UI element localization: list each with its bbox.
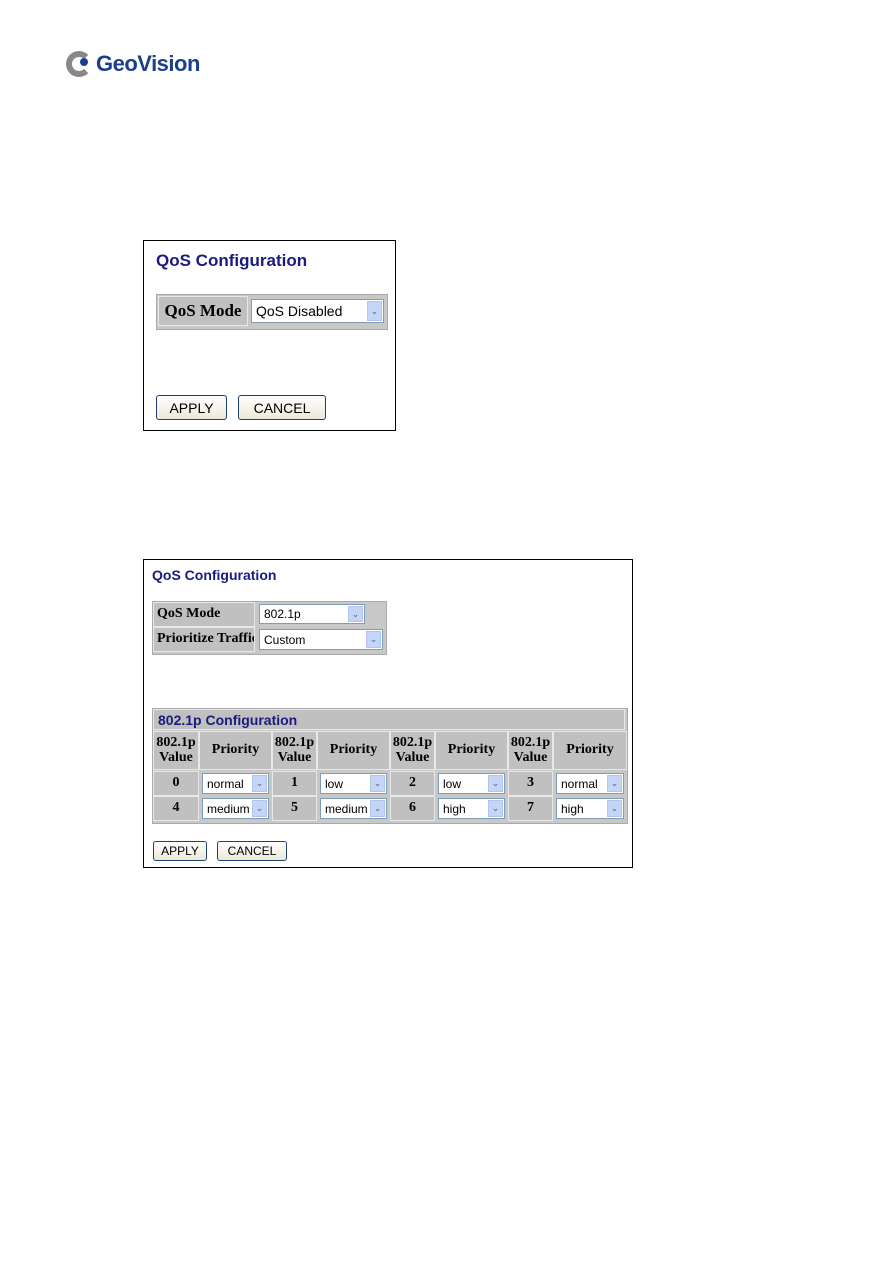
qos-mode-label: QoS Mode — [153, 602, 255, 627]
qos-mode-value: 802.1p — [264, 607, 301, 621]
apply-button[interactable]: APPLY — [156, 395, 227, 420]
cancel-button[interactable]: CANCEL — [238, 395, 326, 420]
8021p-config-title: 802.1p Configuration — [153, 709, 625, 730]
logo-text: GeoVision — [96, 51, 200, 76]
chevron-down-icon[interactable]: ⌄ — [370, 800, 385, 817]
prioritize-traffic-label: Prioritize Traffic — [153, 627, 255, 652]
priority-select[interactable]: medium ⌄ — [202, 798, 269, 819]
priority-select-value: high — [561, 801, 584, 816]
chevron-down-icon[interactable]: ⌄ — [348, 606, 363, 622]
chevron-down-icon[interactable]: ⌄ — [607, 800, 622, 817]
column-header-value: 802.1p Value — [390, 731, 435, 770]
chevron-down-icon[interactable]: ⌄ — [252, 800, 267, 817]
column-header-priority: Priority — [199, 731, 272, 770]
chevron-down-icon[interactable]: ⌄ — [488, 800, 503, 817]
chevron-down-icon[interactable]: ⌄ — [370, 775, 385, 792]
prioritize-traffic-value: Custom — [264, 632, 306, 647]
chevron-down-icon[interactable]: ⌄ — [367, 301, 382, 321]
column-header-value: 802.1p Value — [508, 731, 553, 770]
cancel-button[interactable]: CANCEL — [217, 841, 287, 861]
priority-value-cell: 5 — [272, 796, 317, 821]
priority-value-cell: 1 — [272, 771, 317, 796]
page: GeoVision QoS Configuration QoS Mode QoS… — [0, 0, 893, 1263]
qos-mode-value: QoS Disabled — [256, 303, 343, 319]
chevron-down-icon[interactable]: ⌄ — [488, 775, 503, 792]
priority-select-value: medium — [207, 801, 250, 816]
priority-select-value: low — [325, 776, 344, 791]
chevron-down-icon[interactable]: ⌄ — [366, 631, 381, 648]
priority-select[interactable]: low ⌄ — [438, 773, 505, 794]
priority-select-value: normal — [561, 776, 598, 791]
priority-select[interactable]: normal ⌄ — [556, 773, 624, 794]
apply-button[interactable]: APPLY — [153, 841, 207, 861]
priority-select[interactable]: low ⌄ — [320, 773, 387, 794]
chevron-down-icon[interactable]: ⌄ — [607, 775, 622, 792]
priority-select-value: high — [443, 801, 466, 816]
qos-mode-select[interactable]: QoS Disabled ⌄ — [251, 299, 384, 323]
priority-select[interactable]: high ⌄ — [556, 798, 624, 819]
column-header-priority: Priority — [435, 731, 508, 770]
qos-config-panel-8021p: QoS Configuration QoS Mode 802.1p ⌄ Prio… — [143, 559, 633, 868]
column-header-value: 802.1p Value — [272, 731, 317, 770]
geovision-logo: GeoVision — [66, 46, 200, 82]
priority-select[interactable]: high ⌄ — [438, 798, 505, 819]
priority-select[interactable]: normal ⌄ — [202, 773, 269, 794]
panel-title: QoS Configuration — [152, 567, 277, 583]
chevron-down-icon[interactable]: ⌄ — [252, 775, 267, 792]
column-header-value: 802.1p Value — [153, 731, 199, 770]
column-header-priority: Priority — [553, 731, 627, 770]
priority-value-cell: 6 — [390, 796, 435, 821]
logo-icon — [66, 51, 92, 77]
priority-select-value: low — [443, 776, 462, 791]
panel-title: QoS Configuration — [156, 251, 308, 270]
qos-config-panel-disabled: QoS Configuration QoS Mode QoS Disabled … — [143, 240, 396, 431]
priority-select-value: normal — [207, 776, 244, 791]
qos-mode-label: QoS Mode — [158, 296, 248, 326]
column-header-priority: Priority — [317, 731, 390, 770]
priority-value-cell: 0 — [153, 771, 199, 796]
priority-value-cell: 7 — [508, 796, 553, 821]
qos-mode-select[interactable]: 802.1p ⌄ — [259, 604, 365, 624]
priority-select-value: medium — [325, 801, 368, 816]
priority-value-cell: 4 — [153, 796, 199, 821]
prioritize-traffic-select[interactable]: Custom ⌄ — [259, 629, 383, 650]
priority-select[interactable]: medium ⌄ — [320, 798, 387, 819]
priority-value-cell: 2 — [390, 771, 435, 796]
priority-value-cell: 3 — [508, 771, 553, 796]
